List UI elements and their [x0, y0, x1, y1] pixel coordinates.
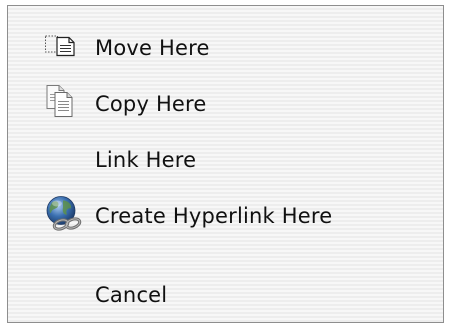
- menu-item-move-here[interactable]: Move Here: [8, 28, 443, 68]
- menu-item-label: Cancel: [95, 283, 168, 307]
- globe-link-icon: [43, 194, 89, 239]
- menu-item-label: Copy Here: [95, 92, 207, 116]
- menu-item-create-hyperlink-here[interactable]: Create Hyperlink Here: [8, 196, 443, 236]
- menu-item-link-here[interactable]: Link Here: [8, 140, 443, 180]
- menu-item-label: Link Here: [95, 148, 197, 172]
- move-document-icon: [44, 34, 80, 63]
- copy-documents-icon: [45, 85, 77, 124]
- menu-item-cancel[interactable]: Cancel: [8, 275, 443, 315]
- menu-item-label: Create Hyperlink Here: [95, 204, 333, 228]
- menu-item-label: Move Here: [95, 36, 210, 60]
- context-menu: Move Here Copy Here Link Here Create Hyp…: [7, 5, 444, 323]
- menu-item-copy-here[interactable]: Copy Here: [8, 84, 443, 124]
